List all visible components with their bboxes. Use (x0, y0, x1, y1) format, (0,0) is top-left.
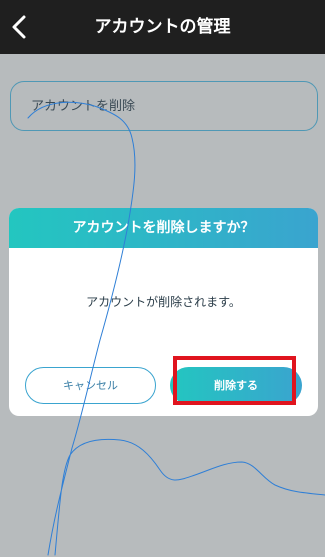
dialog-title: アカウントを削除しますか？ (72, 220, 255, 236)
app-header: アカウントの管理 (0, 0, 325, 54)
dialog-header: アカウントを削除しますか？ (9, 208, 318, 248)
cancel-label: キャンセル (63, 379, 118, 392)
cancel-button[interactable]: キャンセル (25, 367, 156, 404)
dialog-message: アカウントが削除されます。 (86, 295, 241, 309)
highlight-box (173, 356, 296, 405)
menu-item-label: アカウントを削除 (31, 99, 136, 114)
delete-account-menu-item[interactable]: アカウントを削除 (10, 81, 318, 131)
page-title: アカウントの管理 (94, 17, 231, 37)
